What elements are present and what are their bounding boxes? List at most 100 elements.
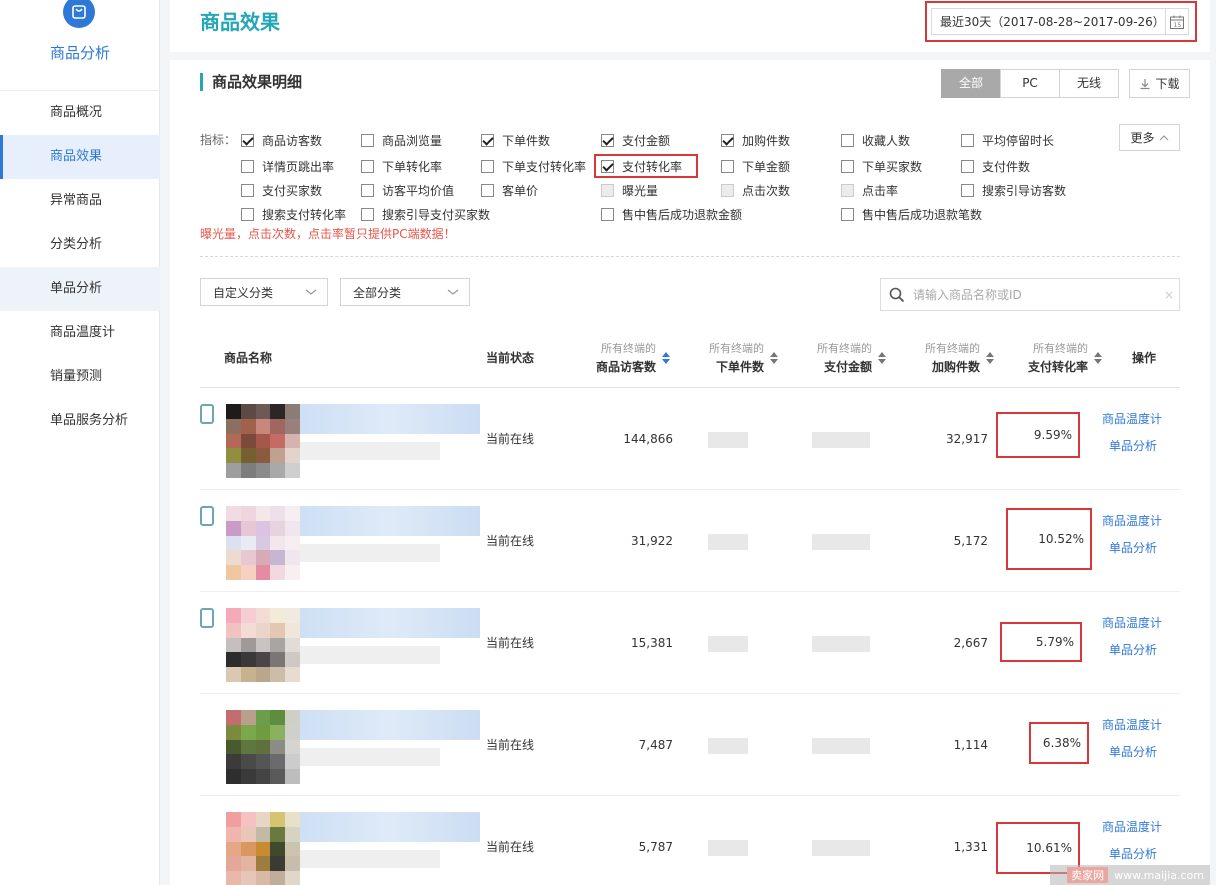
product-thumbnail[interactable] (226, 710, 300, 784)
single-analysis-link[interactable]: 单品分析 (1109, 437, 1157, 454)
checkbox[interactable] (481, 134, 494, 147)
indicator-item[interactable]: 支付金额 (601, 132, 670, 149)
checkbox[interactable] (841, 208, 854, 221)
sidebar-item-effect[interactable]: 商品效果 (0, 135, 160, 179)
indicator-item[interactable]: 下单支付转化率 (481, 158, 586, 175)
clear-icon[interactable]: × (1159, 288, 1179, 302)
indicator-item[interactable]: 支付件数 (961, 158, 1030, 175)
checkbox[interactable] (841, 160, 854, 173)
sort-icon[interactable] (878, 352, 886, 364)
indicator-item[interactable]: 客单价 (481, 182, 538, 199)
sidebar-item-abnormal[interactable]: 异常商品 (0, 179, 160, 223)
indicator-item[interactable]: 下单件数 (481, 132, 550, 149)
checkbox[interactable] (241, 184, 254, 197)
indicator-item[interactable]: 搜索引导支付买家数 (361, 206, 490, 223)
checkbox[interactable] (481, 160, 494, 173)
checkbox (721, 184, 734, 197)
sidebar-item-category[interactable]: 分类分析 (0, 223, 160, 267)
col-cart[interactable]: 所有终端的 加购件数 (904, 328, 994, 388)
thermometer-link[interactable]: 商品温度计 (1102, 512, 1162, 529)
single-analysis-link[interactable]: 单品分析 (1109, 641, 1157, 658)
checkbox[interactable] (961, 184, 974, 197)
segment-pc[interactable]: PC (1000, 69, 1060, 98)
col-pay-rate[interactable]: 所有终端的 支付转化率 (1012, 328, 1102, 388)
sidebar-item-overview[interactable]: 商品概况 (0, 91, 160, 135)
indicator-item[interactable]: 详情页跳出率 (241, 158, 334, 175)
sidebar-item-thermometer[interactable]: 商品温度计 (0, 311, 160, 355)
indicator-item[interactable]: 下单买家数 (841, 158, 922, 175)
product-thumbnail[interactable] (226, 404, 300, 478)
product-thumbnail[interactable] (226, 608, 300, 682)
indicator-item[interactable]: 下单金额 (721, 158, 790, 175)
indicator-item[interactable]: 访客平均价值 (361, 182, 454, 199)
thermometer-link[interactable]: 商品温度计 (1102, 818, 1162, 835)
watermark: 卖家网 www.maijia.com (1050, 865, 1210, 885)
col-visitors[interactable]: 所有终端的 商品访客数 (580, 328, 670, 388)
indicator-item[interactable]: 商品访客数 (241, 132, 322, 149)
product-name-redacted[interactable] (300, 608, 480, 638)
product-name-redacted[interactable] (300, 812, 480, 842)
checkbox[interactable] (361, 184, 374, 197)
indicator-item[interactable]: 搜索引导访客数 (961, 182, 1066, 199)
sort-icon[interactable] (770, 352, 778, 364)
segment-wireless[interactable]: 无线 (1059, 69, 1119, 98)
checkbox[interactable] (481, 184, 494, 197)
sidebar-item-forecast[interactable]: 销量预测 (0, 355, 160, 399)
segment-all[interactable]: 全部 (941, 69, 1001, 98)
date-range-picker[interactable]: 最近30天（2017-08-28~2017-09-26） 15 (931, 8, 1189, 35)
col-prefix: 所有终端的 (601, 342, 656, 355)
single-analysis-link[interactable]: 单品分析 (1109, 539, 1157, 556)
download-button[interactable]: 下载 (1129, 69, 1190, 98)
indicator-item[interactable]: 搜索支付转化率 (241, 206, 346, 223)
single-analysis-link[interactable]: 单品分析 (1109, 845, 1157, 862)
sort-icon[interactable] (986, 352, 994, 364)
indicator-item[interactable]: 平均停留时长 (961, 132, 1054, 149)
product-thumbnail[interactable] (226, 812, 300, 885)
thermometer-link[interactable]: 商品温度计 (1102, 614, 1162, 631)
cart-value: 32,917 (946, 432, 988, 446)
thermometer-link[interactable]: 商品温度计 (1102, 716, 1162, 733)
sort-icon[interactable] (662, 352, 670, 364)
col-pay-amount[interactable]: 所有终端的 支付金额 (796, 328, 886, 388)
col-orders[interactable]: 所有终端的 下单件数 (688, 328, 778, 388)
product-name-redacted[interactable] (300, 710, 480, 740)
checkbox (841, 184, 854, 197)
single-analysis-link[interactable]: 单品分析 (1109, 743, 1157, 760)
search-input[interactable] (905, 280, 1159, 309)
indicator-item[interactable]: 商品浏览量 (361, 132, 442, 149)
indicator-item[interactable]: 收藏人数 (841, 132, 910, 149)
checkbox[interactable] (841, 134, 854, 147)
sort-icon[interactable] (1094, 352, 1102, 364)
calendar-icon[interactable]: 15 (1164, 9, 1188, 34)
checkbox[interactable] (361, 160, 374, 173)
indicator-item[interactable]: 加购件数 (721, 132, 790, 149)
checkbox[interactable] (961, 134, 974, 147)
all-category-dropdown[interactable]: 全部分类 (340, 278, 470, 306)
checkbox[interactable] (241, 208, 254, 221)
checkbox[interactable] (721, 160, 734, 173)
checkbox[interactable] (721, 134, 734, 147)
product-name-redacted[interactable] (300, 404, 480, 434)
indicator-item[interactable]: 售中售后成功退款金额 (601, 206, 742, 223)
sidebar-item-single[interactable]: 单品分析 (0, 267, 160, 311)
product-name-redacted[interactable] (300, 506, 480, 536)
col-prefix: 所有终端的 (925, 342, 980, 355)
visitors-value: 144,866 (623, 432, 673, 446)
checkbox[interactable] (961, 160, 974, 173)
custom-category-dropdown[interactable]: 自定义分类 (200, 278, 328, 306)
checkbox[interactable] (241, 134, 254, 147)
indicator-item[interactable]: 支付买家数 (241, 182, 322, 199)
checkbox[interactable] (601, 208, 614, 221)
checkbox[interactable] (361, 134, 374, 147)
checkbox[interactable] (361, 208, 374, 221)
sidebar-item-service[interactable]: 单品服务分析 (0, 399, 160, 443)
more-button[interactable]: 更多 (1119, 124, 1180, 151)
product-thumbnail[interactable] (226, 506, 300, 580)
table-row: 当前在线 15,381 2,667 5.79% 商品温度计 单品分析 (200, 592, 1180, 694)
checkbox[interactable] (601, 134, 614, 147)
indicator-item[interactable]: 下单转化率 (361, 158, 442, 175)
thermometer-link[interactable]: 商品温度计 (1102, 410, 1162, 427)
indicator-item[interactable]: 售中售后成功退款笔数 (841, 206, 982, 223)
table-row: 当前在线 31,922 5,172 10.52% 商品温度计 单品分析 (200, 490, 1180, 592)
checkbox[interactable] (241, 160, 254, 173)
